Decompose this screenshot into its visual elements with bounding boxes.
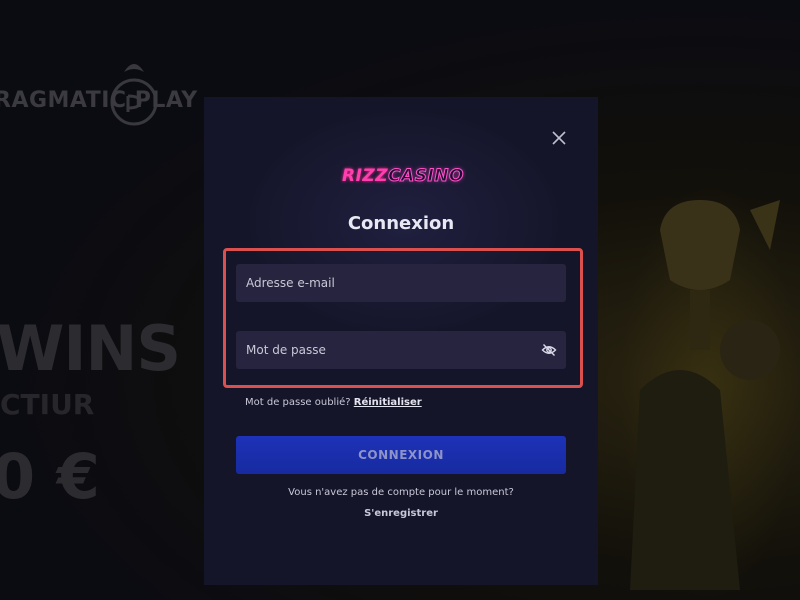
login-modal: RIZZCASINO Connexion Mot de passe oublié… bbox=[204, 97, 598, 585]
no-account-text: Vous n'avez pas de compte pour le moment… bbox=[288, 487, 514, 498]
logo-part-casino: CASINO bbox=[388, 166, 464, 187]
background-brand-text: RAGMATIC PLAY bbox=[0, 88, 198, 113]
reset-password-link[interactable]: Réinitialiser bbox=[354, 397, 422, 408]
background-promo-line3: 0 € bbox=[0, 440, 100, 513]
eye-slash-icon[interactable] bbox=[541, 342, 557, 358]
background-promo-line1: WINS bbox=[0, 312, 181, 385]
modal-title: Connexion bbox=[347, 213, 455, 234]
email-field-container bbox=[236, 264, 566, 302]
close-icon[interactable] bbox=[548, 127, 570, 149]
password-field[interactable] bbox=[236, 331, 566, 369]
forgot-password-row: Mot de passe oublié? Réinitialiser bbox=[245, 397, 422, 408]
rizz-casino-logo: RIZZCASINO bbox=[342, 165, 464, 187]
forgot-password-text: Mot de passe oublié? bbox=[245, 397, 351, 408]
email-field[interactable] bbox=[236, 264, 566, 302]
background-promo-line2: CTIUR bbox=[0, 388, 95, 421]
password-field-container bbox=[236, 331, 566, 369]
logo-part-rizz: RIZZ bbox=[342, 166, 389, 186]
login-submit-button[interactable]: CONNEXION bbox=[236, 436, 566, 474]
trophy-illustration-icon bbox=[630, 200, 780, 590]
register-link[interactable]: S'enregistrer bbox=[204, 508, 598, 519]
